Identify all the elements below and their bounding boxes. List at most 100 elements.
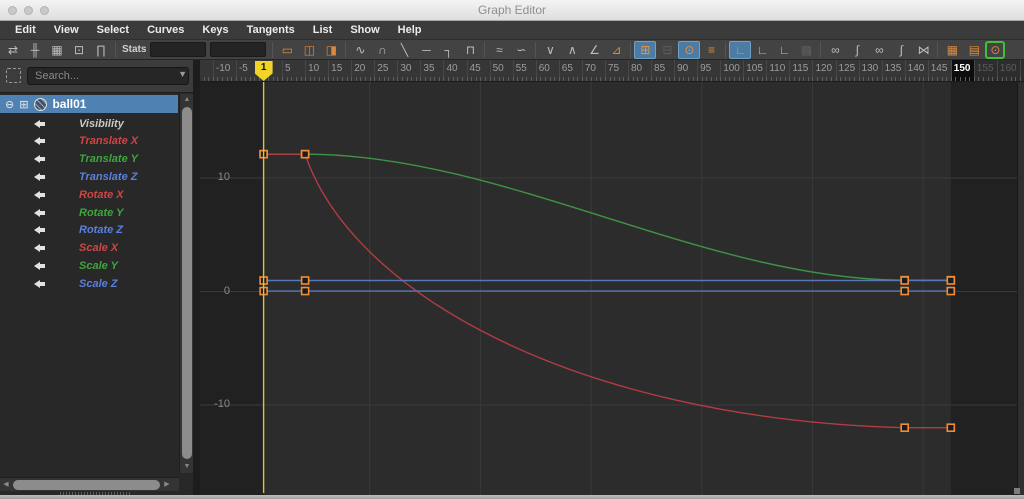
keyframe[interactable] [302, 277, 309, 284]
post-infinity-cycle-icon[interactable]: ∞ [868, 41, 890, 59]
keyed-channel-icon[interactable] [34, 155, 46, 163]
pre-infinity-cycle-offset-icon[interactable]: ∫ [846, 41, 868, 59]
channel-row-translate-y[interactable]: Translate Y [0, 151, 178, 168]
unify-tangents-icon[interactable]: ∧ [561, 41, 583, 59]
keyed-channel-icon[interactable] [34, 226, 46, 234]
auto-load-graph-editor-icon[interactable]: ⊞ [634, 41, 656, 59]
open-time-editor-icon[interactable]: ⊙ [985, 41, 1005, 59]
keyframe[interactable] [947, 424, 954, 431]
menu-tangents[interactable]: Tangents [238, 21, 304, 40]
scroll-up-icon[interactable]: ▲ [180, 94, 194, 106]
lattice-deform-keys-tool-icon[interactable]: ▦ [46, 41, 68, 59]
curve-view[interactable]: 100-10 [200, 82, 1017, 495]
open-spreadsheet-icon[interactable]: ▦ [941, 41, 963, 59]
keyed-channel-icon[interactable] [34, 191, 46, 199]
menu-show[interactable]: Show [341, 21, 388, 40]
frame-tick [914, 77, 915, 81]
open-dope-sheet-icon[interactable]: ▤ [963, 41, 985, 59]
filter-icon[interactable] [6, 68, 21, 83]
menu-help[interactable]: Help [389, 21, 431, 40]
keyed-channel-icon[interactable] [34, 280, 46, 288]
horizontal-scrollbar-thumb[interactable] [13, 480, 160, 490]
value-snap-icon[interactable]: ≡ [700, 41, 722, 59]
title-bar[interactable]: Graph Editor [0, 0, 1024, 21]
keyed-channel-icon[interactable] [34, 244, 46, 252]
menu-keys[interactable]: Keys [193, 21, 237, 40]
swap-buffer-curve-icon[interactable]: ∽ [510, 41, 532, 59]
keyed-channel-icon[interactable] [34, 120, 46, 128]
frame-label-40: 40 [446, 63, 457, 74]
move-nearest-picked-key-tool-icon[interactable]: ⇄ [2, 41, 24, 59]
menu-curves[interactable]: Curves [138, 21, 193, 40]
frame-tick [803, 77, 804, 81]
keyed-channel-icon[interactable] [34, 262, 46, 270]
clamped-tangents-icon[interactable]: ∩ [371, 41, 393, 59]
outliner-horizontal-scrollbar: ◀ ▶ [0, 477, 179, 491]
keyframe[interactable] [901, 277, 908, 284]
frame-tick [462, 77, 463, 81]
menu-edit[interactable]: Edit [6, 21, 45, 40]
scroll-left-icon[interactable]: ◀ [0, 478, 12, 492]
channel-row-rotate-z[interactable]: Rotate Z [0, 222, 178, 239]
post-infinity-cycle-offset-icon[interactable]: ∫ [890, 41, 912, 59]
graph-vertical-scrollbar[interactable] [1017, 82, 1024, 495]
expand-icon[interactable]: ⊞ [19, 98, 28, 111]
channel-row-scale-z[interactable]: Scale Z [0, 275, 178, 292]
channel-row-visibility[interactable]: Visibility [0, 115, 178, 132]
search-input[interactable]: Search... [27, 67, 189, 85]
channel-row-scale-y[interactable]: Scale Y [0, 257, 178, 274]
pin-channel-icon[interactable]: ▩ [795, 41, 817, 59]
keyframe[interactable] [302, 288, 309, 295]
load-graph-editor-icon[interactable]: ⊟ [656, 41, 678, 59]
normalized-curve-display-on-icon[interactable]: ∟ [729, 41, 751, 59]
keyframe[interactable] [901, 288, 908, 295]
scroll-down-icon[interactable]: ▼ [180, 461, 194, 473]
scroll-right-icon[interactable]: ▶ [161, 478, 173, 492]
channel-row-rotate-x[interactable]: Rotate X [0, 186, 178, 203]
spline-tangents-icon[interactable]: ∿ [349, 41, 371, 59]
channel-row-translate-z[interactable]: Translate Z [0, 168, 178, 185]
retime-tool-icon[interactable]: ∏ [90, 41, 112, 59]
keyframe[interactable] [947, 277, 954, 284]
lock-tangent-weight-icon[interactable]: ⊿ [605, 41, 627, 59]
step-tangents-icon[interactable]: ┐ [437, 41, 459, 59]
channel-row-scale-x[interactable]: Scale X [0, 240, 178, 257]
insert-keys-tool-icon[interactable]: ╫ [24, 41, 46, 59]
window-resize-grip[interactable] [1014, 488, 1020, 494]
keyframe[interactable] [302, 151, 309, 158]
keyframe[interactable] [947, 288, 954, 295]
linear-tangents-icon[interactable]: ╲ [393, 41, 415, 59]
keyed-channel-icon[interactable] [34, 209, 46, 217]
channel-row-rotate-y[interactable]: Rotate Y [0, 204, 178, 221]
normalized-curve-display-off-icon[interactable]: ∟ [751, 41, 773, 59]
menu-select[interactable]: Select [88, 21, 138, 40]
menu-view[interactable]: View [45, 21, 88, 40]
time-ruler[interactable]: -10-551015202530354045505560657075808590… [200, 60, 1024, 82]
free-tangent-weight-icon[interactable]: ∠ [583, 41, 605, 59]
pre-infinity-cycle-icon[interactable]: ∞ [824, 41, 846, 59]
outliner-node-ball01[interactable]: ⊖ ⊞ ball01 [0, 95, 178, 113]
absolute-view-icon[interactable]: ▭ [276, 41, 298, 59]
menu-list[interactable]: List [304, 21, 342, 40]
channel-row-translate-x[interactable]: Translate X [0, 133, 178, 150]
vertical-scrollbar-thumb[interactable] [182, 107, 192, 459]
region-select-keys-tool-icon[interactable]: ⊡ [68, 41, 90, 59]
stats-value-field[interactable] [210, 42, 266, 57]
renormalize-curves-icon[interactable]: ∟ [773, 41, 795, 59]
insert-key-toggle-icon[interactable]: ⋈ [912, 41, 934, 59]
stacked-view-icon[interactable]: ◫ [298, 41, 320, 59]
normalized-view-icon[interactable]: ◨ [320, 41, 342, 59]
flat-tangents-icon[interactable]: ─ [415, 41, 437, 59]
frame-tick [388, 77, 389, 81]
current-time-marker[interactable]: 1 [255, 61, 273, 81]
keyframe[interactable] [901, 424, 908, 431]
plateau-tangents-icon[interactable]: ⊓ [459, 41, 481, 59]
keyed-channel-icon[interactable] [34, 137, 46, 145]
time-snap-icon[interactable]: ⊙ [678, 41, 700, 59]
buffer-curve-snapshot-icon[interactable]: ≈ [488, 41, 510, 59]
collapse-icon[interactable]: ⊖ [5, 98, 14, 111]
keyed-channel-icon[interactable] [34, 173, 46, 181]
stats-time-field[interactable] [150, 42, 206, 57]
break-tangents-icon[interactable]: ∨ [539, 41, 561, 59]
panel-divider[interactable] [193, 60, 200, 495]
